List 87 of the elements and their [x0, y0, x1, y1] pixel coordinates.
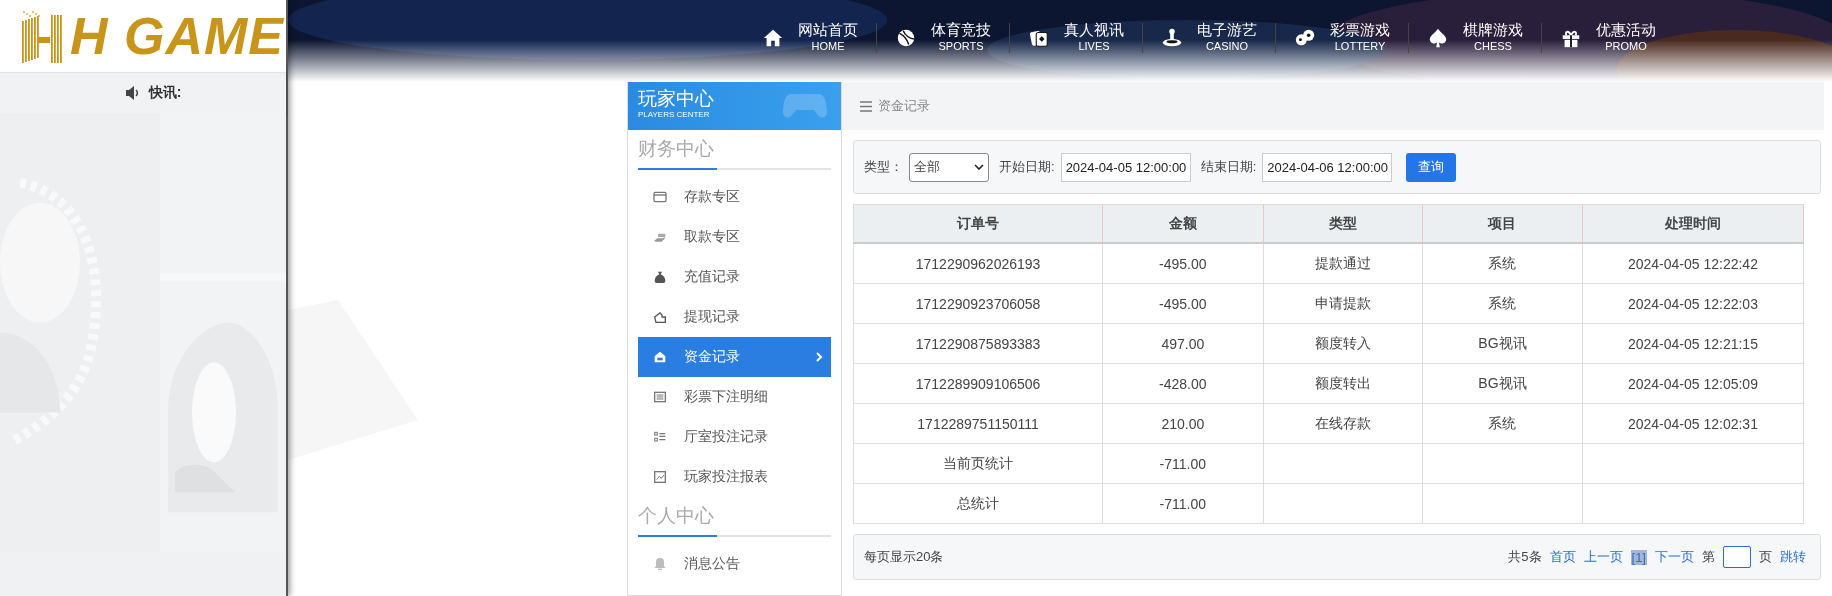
table-cell: 总统计	[853, 483, 1103, 524]
nav-item[interactable]: 棋牌游戏 CHESS	[1409, 23, 1542, 53]
column-header: 类型	[1263, 204, 1423, 243]
type-select[interactable]: 全部	[909, 152, 989, 182]
column-header: 项目	[1422, 204, 1583, 243]
house-icon	[652, 349, 668, 365]
table-cell: -711.00	[1102, 483, 1263, 524]
logo-text: H GAME	[70, 6, 284, 66]
table-cell: 497.00	[1102, 323, 1263, 364]
sidebar-item[interactable]: 彩票下注明细	[638, 377, 831, 417]
table-cell: 1712289909106506	[853, 363, 1103, 404]
table-cell: BG视讯	[1422, 323, 1583, 364]
end-date-field[interactable]: 2024-04-06 12:00:00	[1262, 152, 1393, 182]
table-cell: 2024-04-05 12:05:09	[1582, 363, 1804, 404]
type-label: 类型：	[864, 158, 903, 176]
news-label: 快讯:	[148, 84, 182, 102]
goto-suffix: 页	[1759, 548, 1772, 566]
table-cell: 2024-04-05 12:02:31	[1582, 403, 1804, 444]
table-cell: 额度转出	[1263, 363, 1423, 404]
menu-icon	[860, 100, 872, 112]
sidebar-item[interactable]: 取款专区	[638, 217, 831, 257]
next-page-link[interactable]: 下一页	[1655, 548, 1694, 566]
sidebar-item[interactable]: 厅室投注记录	[638, 417, 831, 457]
goto-link[interactable]: 跳转	[1780, 548, 1806, 566]
column-header: 金额	[1102, 204, 1263, 243]
table-cell: 申请提款	[1263, 283, 1423, 324]
sidebar-item[interactable]: 资金记录	[638, 337, 831, 377]
table-cell: -711.00	[1102, 443, 1263, 484]
sidebar-item[interactable]: 充值记录	[638, 257, 831, 297]
table-cell: 系统	[1422, 283, 1583, 324]
table-cell: BG视讯	[1422, 363, 1583, 404]
table-cell: 2024-04-05 12:22:03	[1582, 283, 1804, 324]
sidebar-item[interactable]: 消息公告	[638, 544, 831, 584]
section-heading: 财务中心	[638, 137, 714, 161]
breadcrumb-text: 资金记录	[878, 97, 930, 115]
sidebar-item[interactable]: 提现记录	[638, 297, 831, 337]
list-icon	[652, 389, 668, 405]
speaker-icon	[124, 86, 141, 100]
chart-icon	[652, 469, 668, 485]
start-date-label: 开始日期:	[999, 158, 1055, 176]
spade-icon	[1427, 27, 1449, 49]
prev-page-link[interactable]: 上一页	[1583, 548, 1623, 566]
money-bag-icon	[652, 269, 668, 285]
table-cell: 提款通过	[1263, 243, 1423, 284]
search-button[interactable]: 查询	[1406, 152, 1457, 182]
per-page-text: 每页显示20条	[864, 548, 944, 566]
table-cell: 额度转入	[1263, 323, 1423, 364]
page-input[interactable]	[1723, 546, 1751, 568]
section-heading: 个人中心	[638, 504, 714, 528]
table-cell: -495.00	[1102, 283, 1263, 324]
sidebar-item[interactable]: 存款专区	[638, 177, 831, 217]
start-date-field[interactable]: 2024-04-05 12:00:00	[1060, 152, 1191, 182]
nav-item[interactable]: 彩票游戏 LOTTERY	[1276, 23, 1409, 53]
sidebar-title: 玩家中心	[638, 88, 714, 110]
total-count: 共5条	[1508, 548, 1542, 566]
card-icon	[652, 189, 668, 205]
table-cell: 2024-04-05 12:22:42	[1582, 243, 1804, 284]
table-cell: 系统	[1422, 403, 1583, 444]
table-cell: 当前页统计	[853, 443, 1103, 484]
table-cell: 1712290962026193	[853, 243, 1103, 284]
table-cell: 210.00	[1102, 403, 1263, 444]
bell-icon	[652, 556, 668, 572]
nav-item[interactable]: 体育竞技 SPORTS	[877, 23, 1010, 53]
nav-item[interactable]: 网站首页 HOME	[744, 23, 877, 53]
goto-prefix: 第	[1702, 548, 1715, 566]
bullet-list-icon	[652, 429, 668, 445]
caret-icon	[974, 164, 984, 170]
table-cell: 2024-04-05 12:21:15	[1582, 323, 1804, 364]
table-cell: 1712290923706058	[853, 283, 1103, 324]
nav-item[interactable]: 电子游艺 CASINO	[1143, 23, 1276, 53]
table-cell: 1712289751150111	[853, 403, 1103, 444]
table-cell: 1712290875893383	[853, 323, 1103, 364]
sidebar-subtitle: PLAYERS CENTER	[638, 110, 710, 119]
table-cell: 在线存款	[1263, 403, 1423, 444]
table-cell: -495.00	[1102, 243, 1263, 284]
column-header: 处理时间	[1582, 204, 1804, 243]
ball-icon	[895, 27, 917, 49]
table-cell: -428.00	[1102, 363, 1263, 404]
end-date-label: 结束日期:	[1200, 158, 1257, 176]
sidebar-item[interactable]: 玩家投注报表	[638, 457, 831, 497]
column-header: 订单号	[853, 204, 1103, 243]
first-page-link[interactable]: 首页	[1549, 548, 1576, 566]
chevron-icon	[815, 351, 823, 363]
nav-item[interactable]: 真人视讯 LIVES	[1010, 23, 1143, 53]
home-icon	[762, 27, 784, 49]
nav-item[interactable]: 优惠活动 PROMO	[1542, 23, 1674, 53]
table-cell: 系统	[1422, 243, 1583, 284]
